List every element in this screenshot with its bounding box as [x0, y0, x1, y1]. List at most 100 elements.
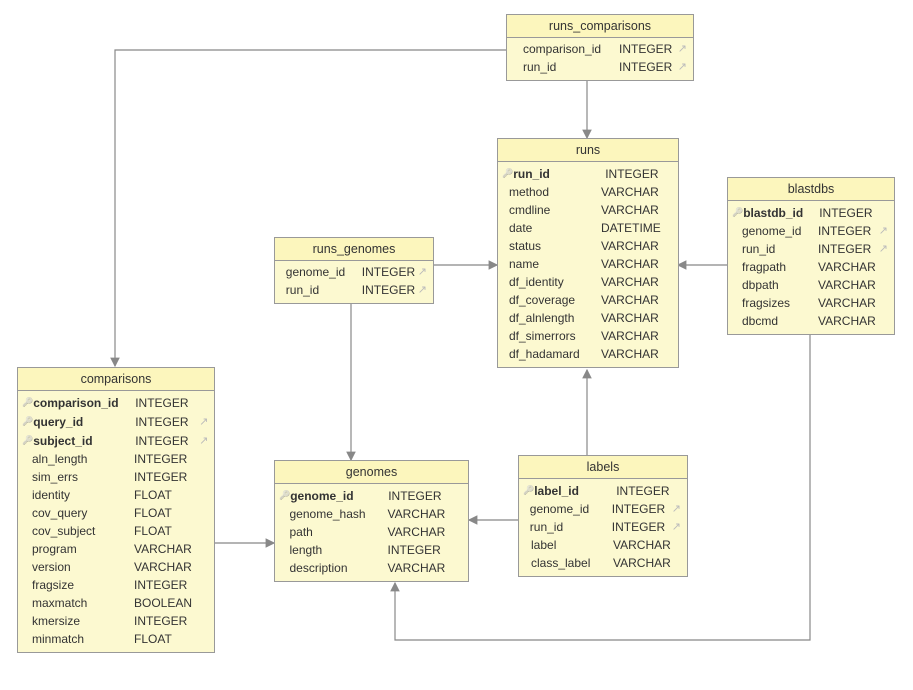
column-row: maxmatchBOOLEAN [22, 594, 208, 612]
table-body: comparison_idINTEGERrun_idINTEGER [507, 38, 693, 80]
table-body: run_idINTEGERmethodVARCHARcmdlineVARCHAR… [498, 162, 678, 367]
column-type: FLOAT [134, 523, 198, 539]
column-type: VARCHAR [601, 328, 665, 344]
column-type: INTEGER [362, 282, 418, 298]
column-name: run_id [530, 519, 612, 535]
column-type: VARCHAR [601, 202, 665, 218]
column-row: labelVARCHAR [523, 536, 681, 554]
column-name: query_id [33, 414, 135, 430]
fk-icon [675, 41, 687, 57]
column-row: genome_idINTEGER [279, 263, 427, 281]
column-row: dbcmdVARCHAR [732, 312, 888, 330]
column-name: date [509, 220, 601, 236]
column-row: fragsizesVARCHAR [732, 294, 888, 312]
column-name: label_id [534, 483, 616, 499]
column-name: minmatch [32, 631, 134, 647]
column-row: genome_idINTEGER [279, 486, 462, 505]
column-type: VARCHAR [388, 524, 452, 540]
column-name: subject_id [33, 433, 135, 449]
column-row: df_hadamardVARCHAR [502, 345, 672, 363]
column-row: run_idINTEGER [511, 58, 687, 76]
column-type: VARCHAR [388, 560, 452, 576]
column-type: VARCHAR [601, 256, 665, 272]
column-type: INTEGER [135, 395, 199, 411]
column-row: nameVARCHAR [502, 255, 672, 273]
column-type: VARCHAR [601, 274, 665, 290]
table-header: runs [498, 139, 678, 162]
column-row: comparison_idINTEGER [22, 393, 208, 412]
fk-icon [199, 414, 208, 430]
pk-icon [22, 413, 33, 430]
column-row: df_coverageVARCHAR [502, 291, 672, 309]
column-type: INTEGER [135, 433, 199, 449]
column-name: dbcmd [742, 313, 818, 329]
column-row: methodVARCHAR [502, 183, 672, 201]
column-type: VARCHAR [818, 259, 878, 275]
fk-icon [672, 501, 681, 517]
column-type: INTEGER [605, 166, 669, 182]
column-row: genome_idINTEGER [732, 222, 888, 240]
column-row: minmatchFLOAT [22, 630, 208, 648]
column-type: VARCHAR [613, 537, 673, 553]
column-type: INTEGER [135, 414, 199, 430]
table-body: blastdb_id INTEGERgenome_idINTEGERrun_idI… [728, 201, 894, 334]
column-row: fragpathVARCHAR [732, 258, 888, 276]
column-type: INTEGER [818, 223, 878, 239]
column-type: VARCHAR [601, 292, 665, 308]
column-name: blastdb_id [743, 205, 819, 221]
column-name: path [290, 524, 388, 540]
column-row: fragsizeINTEGER [22, 576, 208, 594]
table-body: genome_idINTEGERgenome_hashVARCHARpathVA… [275, 484, 468, 581]
column-name: genome_id [286, 264, 362, 280]
table-blastdbs: blastdbs blastdb_idINTEGERgenome_idINTEG… [727, 177, 895, 335]
fk-icon [878, 241, 888, 257]
column-type: INTEGER [818, 241, 878, 257]
column-type: INTEGER [612, 501, 672, 517]
column-type: DATETIME [601, 220, 665, 236]
column-name: run_id [742, 241, 818, 257]
column-type: INTEGER [362, 264, 418, 280]
column-name: identity [32, 487, 134, 503]
column-type: VARCHAR [134, 541, 198, 557]
table-header: comparisons [18, 368, 214, 391]
column-name: version [32, 559, 134, 575]
table-header: runs_genomes [275, 238, 433, 261]
column-row: descriptionVARCHAR [279, 559, 462, 577]
column-name: df_hadamard [509, 346, 601, 362]
column-row: df_simerrorsVARCHAR [502, 327, 672, 345]
column-name: genome_id [530, 501, 612, 517]
column-row: dateDATETIME [502, 219, 672, 237]
column-name: program [32, 541, 134, 557]
table-body: label_idINTEGERgenome_idINTEGERrun_idINT… [519, 479, 687, 576]
column-row: genome_hashVARCHAR [279, 505, 462, 523]
column-name: label [531, 537, 613, 553]
column-row: df_alnlengthVARCHAR [502, 309, 672, 327]
column-row: cmdlineVARCHAR [502, 201, 672, 219]
column-name: comparison_id [33, 395, 135, 411]
column-row: query_idINTEGER [22, 412, 208, 431]
fk-icon [199, 433, 208, 449]
pk-icon [279, 487, 290, 504]
column-row: comparison_idINTEGER [511, 40, 687, 58]
column-name: df_identity [509, 274, 601, 290]
table-runs: runs run_idINTEGERmethodVARCHARcmdlineVA… [497, 138, 679, 368]
column-name: length [290, 542, 388, 558]
column-row: programVARCHAR [22, 540, 208, 558]
column-type: INTEGER [616, 483, 676, 499]
column-type: INTEGER [612, 519, 672, 535]
column-name: run_id [513, 166, 605, 182]
column-type: VARCHAR [388, 506, 452, 522]
column-name: df_alnlength [509, 310, 601, 326]
column-name: maxmatch [32, 595, 134, 611]
column-name: df_coverage [509, 292, 601, 308]
column-row: aln_lengthINTEGER [22, 450, 208, 468]
column-type: INTEGER [134, 469, 198, 485]
table-runs-genomes: runs_genomes genome_idINTEGERrun_idINTEG… [274, 237, 434, 304]
column-name: class_label [531, 555, 613, 571]
column-type: FLOAT [134, 487, 198, 503]
column-row: dbpathVARCHAR [732, 276, 888, 294]
column-row: genome_idINTEGER [523, 500, 681, 518]
column-type: VARCHAR [134, 559, 198, 575]
column-row: run_idINTEGER [732, 240, 888, 258]
column-type: BOOLEAN [134, 595, 198, 611]
